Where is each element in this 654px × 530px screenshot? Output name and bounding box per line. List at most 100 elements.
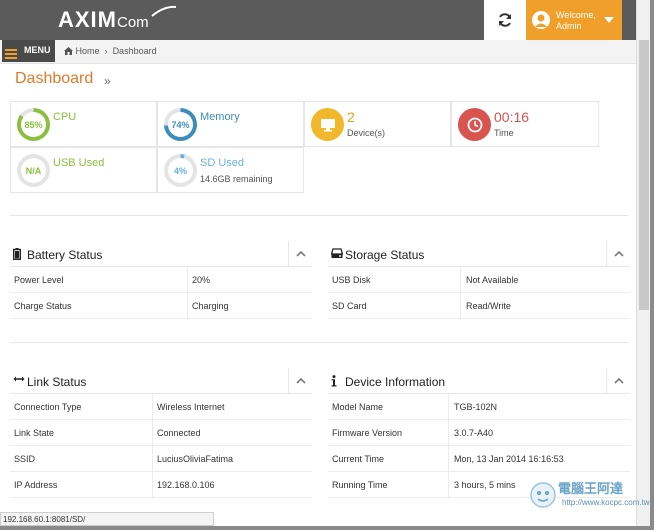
logo-swoosh-icon bbox=[151, 5, 177, 17]
device-label: Device(s) bbox=[347, 128, 386, 138]
chevron-up-icon bbox=[613, 378, 624, 384]
row-key: Model Name bbox=[332, 402, 384, 412]
row-value: Connected bbox=[157, 428, 201, 438]
memory-percent: 74% bbox=[171, 119, 190, 130]
page-title: Dashboard bbox=[15, 70, 94, 87]
arrows-horizontal-icon bbox=[13, 376, 25, 382]
table-row: Power Level 20% bbox=[10, 267, 312, 293]
row-value: Mon, 13 Jan 2014 16:16:53 bbox=[454, 454, 564, 464]
time-value: 00:16 bbox=[494, 109, 530, 125]
table-row: Current Time Mon, 13 Jan 2014 16:16:53 bbox=[328, 446, 630, 472]
monitor-icon bbox=[311, 108, 344, 141]
storage-panel-header: Storage Status bbox=[328, 241, 630, 267]
page-title-chevron: » bbox=[104, 74, 111, 88]
device-count: 2 bbox=[347, 109, 355, 125]
welcome-line: Welcome, bbox=[556, 10, 596, 20]
menu-label: MENU bbox=[24, 45, 51, 55]
link-collapse-button[interactable] bbox=[288, 368, 312, 394]
table-row: Link State Connected bbox=[10, 420, 312, 446]
sd-progress-ring: 4% bbox=[164, 154, 197, 187]
user-menu[interactable]: Welcome, Admin bbox=[526, 0, 622, 40]
logo-sub: Com bbox=[117, 14, 149, 31]
row-key: SD Card bbox=[332, 301, 367, 311]
storage-collapse-button[interactable] bbox=[606, 241, 630, 267]
link-title: Link Status bbox=[27, 375, 87, 389]
caret-down-icon bbox=[604, 17, 614, 23]
divider bbox=[10, 342, 628, 343]
refresh-button[interactable] bbox=[484, 0, 526, 40]
sd-remaining: 14.6GB remaining bbox=[200, 174, 273, 184]
row-key: USB Disk bbox=[332, 275, 371, 285]
usb-progress-ring: N/A bbox=[17, 154, 50, 187]
table-row: USB Disk Not Available bbox=[328, 267, 630, 293]
battery-panel-header: Battery Status bbox=[10, 241, 312, 267]
usb-label: USB Used bbox=[53, 157, 105, 169]
table-row: Charge Status Charging bbox=[10, 293, 312, 319]
link-table: Connection Type Wireless Internet Link S… bbox=[10, 394, 312, 498]
battery-icon bbox=[13, 248, 21, 260]
time-label: Time bbox=[494, 128, 514, 138]
hamburger-icon bbox=[5, 49, 17, 61]
device-info-collapse-button[interactable] bbox=[606, 368, 630, 394]
hard-drive-icon bbox=[331, 248, 343, 258]
devices-tile: 2 Device(s) bbox=[304, 101, 451, 147]
row-key: Current Time bbox=[332, 454, 385, 464]
scrollbar-thumb[interactable] bbox=[639, 40, 649, 310]
chevron-up-icon bbox=[295, 251, 306, 257]
mascot-icon bbox=[530, 482, 556, 508]
frame-edge-bottom bbox=[0, 526, 654, 530]
info-icon bbox=[331, 375, 337, 387]
row-value: TGB-102N bbox=[454, 402, 498, 412]
cpu-tile: 85% CPU bbox=[10, 101, 157, 147]
cpu-label: CPU bbox=[53, 111, 77, 123]
row-key: Power Level bbox=[14, 275, 64, 285]
link-panel-header: Link Status bbox=[10, 368, 312, 394]
home-icon bbox=[64, 47, 73, 55]
user-avatar-icon bbox=[532, 11, 550, 29]
row-value: LuciusOliviaFatima bbox=[157, 454, 234, 464]
logo-main: AXIM bbox=[58, 7, 117, 32]
table-row: Connection Type Wireless Internet bbox=[10, 394, 312, 420]
row-value: Charging bbox=[192, 301, 229, 311]
sd-percent: 4% bbox=[173, 165, 187, 176]
table-row: Firmware Version 3.0.7-A40 bbox=[328, 420, 630, 446]
breadcrumb-home[interactable]: Home bbox=[76, 46, 100, 56]
row-value: Read/Write bbox=[466, 301, 511, 311]
battery-title: Battery Status bbox=[27, 248, 103, 262]
frame-edge-right bbox=[650, 0, 654, 530]
top-bar: AXIMCom Welcome, Admin bbox=[0, 0, 636, 40]
battery-collapse-button[interactable] bbox=[288, 241, 312, 267]
sd-tile: 4% SD Used 14.6GB remaining bbox=[157, 147, 304, 193]
sd-label: SD Used bbox=[200, 157, 245, 169]
menu-button[interactable]: MENU bbox=[2, 40, 55, 62]
watermark-text: 電腦王阿達 bbox=[558, 481, 624, 496]
row-key: Running Time bbox=[332, 480, 388, 490]
device-info-panel-header: Device Information bbox=[328, 368, 630, 394]
watermark: 電腦王阿達 http://www.kocpc.com.tw bbox=[526, 476, 650, 516]
clock-icon bbox=[458, 108, 491, 141]
battery-panel: Battery Status Power Level 20% Charge St… bbox=[10, 241, 312, 319]
refresh-icon bbox=[499, 13, 511, 27]
battery-table: Power Level 20% Charge Status Charging bbox=[10, 267, 312, 319]
breadcrumb-separator: › bbox=[102, 46, 111, 56]
vertical-scrollbar[interactable] bbox=[636, 0, 650, 530]
watermark-url: http://www.kocpc.com.tw bbox=[562, 498, 650, 507]
storage-panel: Storage Status USB Disk Not Available SD… bbox=[328, 241, 630, 319]
row-value: 192.168.0.106 bbox=[157, 480, 215, 490]
welcome-text: Welcome, Admin bbox=[556, 10, 596, 32]
time-tile: 00:16 Time bbox=[451, 101, 599, 147]
logo[interactable]: AXIMCom bbox=[58, 7, 149, 33]
browser-status-url: 192.168.60.1:8081/SD/ bbox=[0, 512, 214, 526]
row-key: Connection Type bbox=[14, 402, 82, 412]
row-key: IP Address bbox=[14, 480, 58, 490]
table-row: Model Name TGB-102N bbox=[328, 394, 630, 420]
usb-value: N/A bbox=[25, 165, 42, 176]
divider bbox=[10, 215, 628, 216]
device-info-title: Device Information bbox=[345, 375, 446, 389]
chevron-up-icon bbox=[295, 378, 306, 384]
usb-tile: N/A USB Used bbox=[10, 147, 157, 193]
row-key: Charge Status bbox=[14, 301, 72, 311]
memory-progress-ring: 74% bbox=[164, 108, 197, 141]
memory-tile: 74% Memory bbox=[157, 101, 304, 147]
row-value: Not Available bbox=[466, 275, 519, 285]
